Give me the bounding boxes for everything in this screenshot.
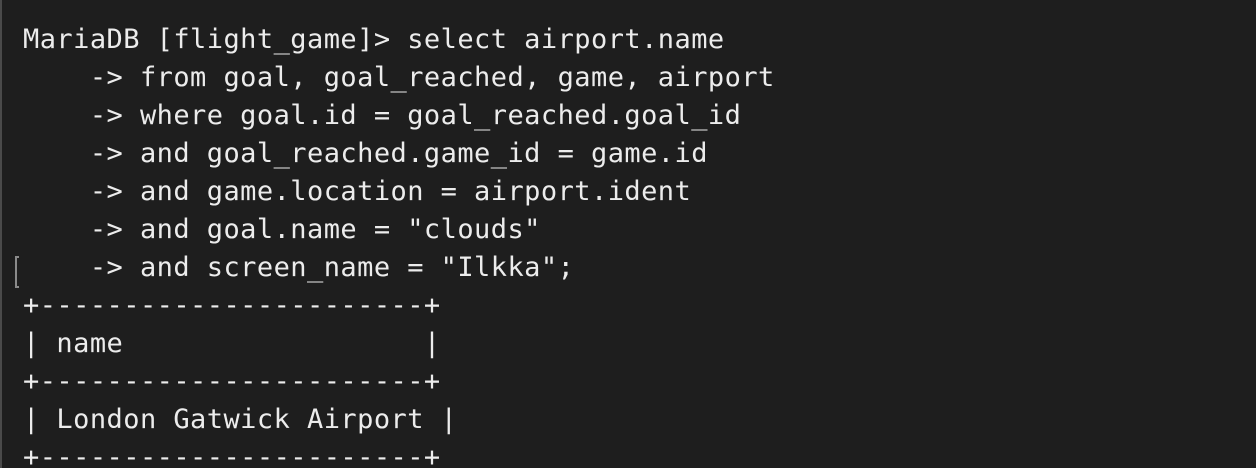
selection-bracket-icon	[15, 256, 19, 288]
query-continuation-line: -> and game.location = airport.ident	[23, 176, 692, 207]
result-table-row: | London Gatwick Airport |	[23, 404, 458, 435]
query-continuation-line: -> and goal.name = "clouds"	[23, 214, 541, 245]
query-continuation-line: -> where goal.id = goal_reached.goal_id	[23, 100, 742, 131]
result-table-header: | name |	[23, 328, 441, 359]
query-continuation-line: -> from goal, goal_reached, game, airpor…	[23, 62, 775, 93]
terminal-window[interactable]: MariaDB [flight_game]> select airport.na…	[0, 0, 1256, 468]
result-table-border: +-----------------------+	[23, 442, 441, 468]
prompt-line: MariaDB [flight_game]> select airport.na…	[23, 24, 725, 55]
query-continuation-line: -> and goal_reached.game_id = game.id	[23, 138, 708, 169]
query-continuation-line: -> and screen_name = "Ilkka";	[23, 252, 575, 283]
result-table-border: +-----------------------+	[23, 290, 441, 321]
result-table-border: +-----------------------+	[23, 366, 441, 397]
